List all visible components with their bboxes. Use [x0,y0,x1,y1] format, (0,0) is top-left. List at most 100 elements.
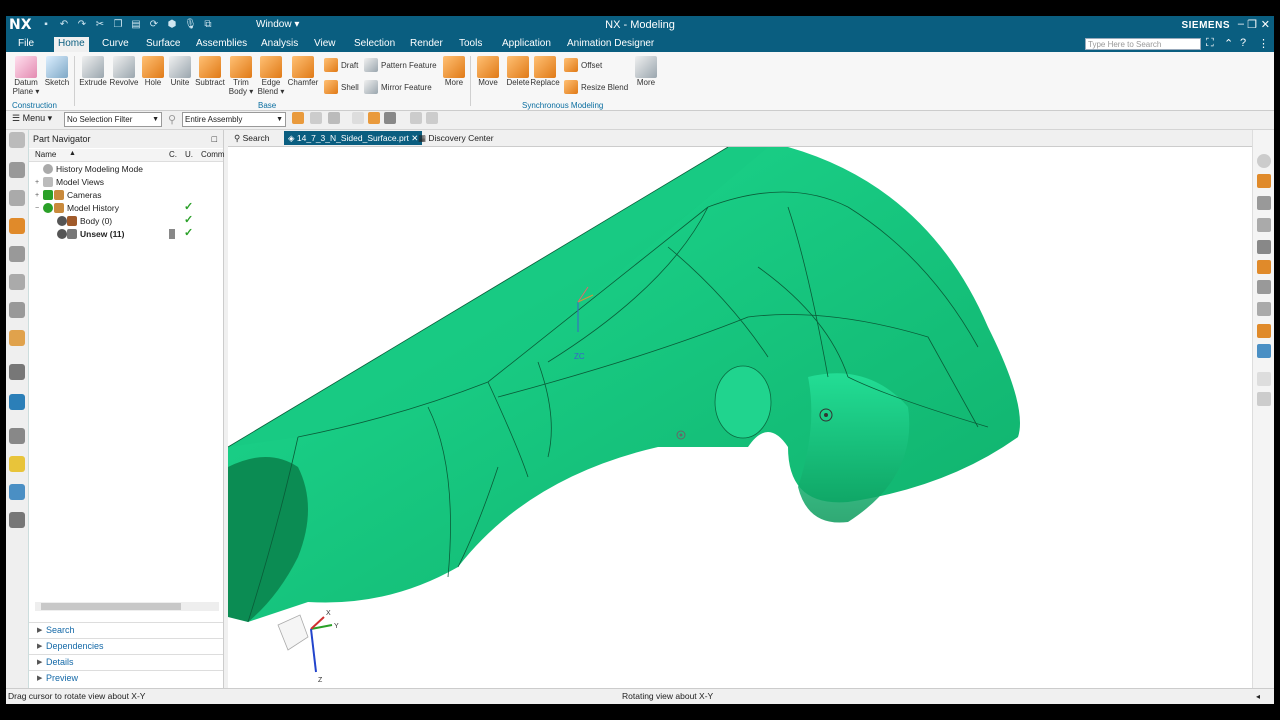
shaded-icon[interactable] [1257,260,1271,274]
fullscreen-icon[interactable]: ⛶ [1206,37,1214,50]
menu-tools[interactable]: Tools [455,37,486,52]
horizontal-scrollbar[interactable] [35,602,219,611]
minimize-icon[interactable]: – [1238,18,1244,30]
resize-blend-button[interactable]: Resize Blend [564,80,628,94]
edge-icon[interactable] [1257,196,1271,210]
eye-icon[interactable] [57,229,67,239]
menu-animation-designer[interactable]: Animation Designer [563,37,658,52]
subtract-button[interactable]: Subtract [194,56,226,87]
menu-file[interactable]: File [14,37,38,52]
panel-preview[interactable]: ▶ Preview [29,670,223,686]
mirror-feature-button[interactable]: Mirror Feature [364,80,432,94]
chamfer-button[interactable]: Chamfer [287,56,319,87]
help-icon[interactable]: ? [1240,37,1246,49]
unite-button[interactable]: Unite [167,56,193,87]
datum-plane-button[interactable]: Datum Plane ▾ [10,56,42,96]
role-icon[interactable] [9,394,25,410]
column-comment[interactable]: Comm [201,150,225,159]
collapse-icon[interactable]: − [35,202,39,215]
snap-icon[interactable] [384,112,396,124]
maximize-icon[interactable]: □ [212,130,217,148]
revolve-button[interactable]: Revolve [109,56,139,87]
show-hide-icon[interactable] [1257,324,1271,338]
draft-button[interactable]: Draft [324,58,358,72]
view-orient-icon[interactable] [1257,240,1271,254]
menu-surface[interactable]: Surface [142,37,184,52]
system-materials-icon[interactable] [9,484,25,500]
shell-button[interactable]: Shell [324,80,359,94]
tree-row[interactable]: + Cameras [29,189,223,202]
grid-icon[interactable] [1257,392,1271,406]
settings-icon[interactable] [9,132,25,148]
snap-icon[interactable] [310,112,322,124]
extrude-button[interactable]: Extrude [78,56,108,87]
menu-assemblies[interactable]: Assemblies [192,37,251,52]
column-name[interactable]: Name [35,150,56,159]
tree-row[interactable]: − Model History ✓ [29,201,223,215]
snap-icon[interactable] [292,112,304,124]
menu-curve[interactable]: Curve [98,37,133,52]
hole-button[interactable]: Hole [140,56,166,87]
assembly-navigator-icon[interactable] [9,162,25,178]
menu-application[interactable]: Application [498,37,555,52]
sort-up-icon[interactable]: ▲ [69,150,76,157]
menu-view[interactable]: View [310,37,340,52]
filter-icon[interactable]: ⚲ [168,113,176,126]
snap-icon[interactable] [352,112,364,124]
section-icon[interactable] [1257,280,1271,294]
tree-row[interactable]: History Modeling Mode [29,163,223,176]
pattern-feature-button[interactable]: Pattern Feature [364,58,437,72]
web-browser-icon[interactable] [9,302,25,318]
constraint-navigator-icon[interactable] [9,190,25,206]
collapse-ribbon-icon[interactable]: ⌃ [1224,37,1233,50]
command-search-input[interactable]: Type Here to Search [1085,38,1201,50]
ribbon-options-icon[interactable]: ⋮ [1258,37,1269,50]
back-icon[interactable] [1257,154,1271,168]
bcm-icon[interactable] [9,512,25,528]
replace-face-button[interactable]: Replace [530,56,560,87]
plane-icon[interactable] [1257,218,1271,232]
graphics-window[interactable]: ZC Y X Z [228,147,1252,688]
offset-region-button[interactable]: Offset [564,58,602,72]
render-style-icon[interactable] [1257,174,1271,188]
tree-row[interactable]: + Model Views [29,176,223,189]
tab-part-file[interactable]: ◈ 14_7_3_N_Sided_Surface.prt ✕ [284,131,423,145]
layer-icon[interactable] [1257,302,1271,316]
hd3d-tools-icon[interactable] [9,274,25,290]
menu-button[interactable]: ☰ Menu ▾ [12,113,52,124]
tab-discovery-center[interactable]: ▦ Discovery Center [414,131,498,145]
history-icon[interactable] [9,330,25,346]
selection-filter-select[interactable]: No Selection Filter ▼ [64,112,162,127]
snap-icon[interactable] [328,112,340,124]
close-icon[interactable]: ✕ [1261,18,1270,31]
part-navigator-icon[interactable] [9,218,25,234]
panel-dependencies[interactable]: ▶ Dependencies [29,638,223,654]
sketch-button[interactable]: Sketch [42,56,72,87]
tree-row[interactable]: Unsew (11) ✓ [29,227,223,241]
material-icon[interactable] [1257,344,1271,358]
snap-view-icon[interactable] [1257,372,1271,386]
sync-more-button[interactable]: More [632,56,660,87]
reuse-library-icon[interactable] [9,246,25,262]
snap-icon[interactable] [410,112,422,124]
model-canvas[interactable]: ZC Y X Z [228,147,1252,688]
edge-blend-button[interactable]: Edge Blend ▾ [256,56,286,96]
snap-icon[interactable] [426,112,438,124]
snap-icon[interactable] [368,112,380,124]
eye-icon[interactable] [57,216,67,226]
menu-analysis[interactable]: Analysis [257,37,302,52]
expand-icon[interactable]: + [35,176,39,189]
expand-icon[interactable]: + [35,189,39,202]
assembly-scope-select[interactable]: Entire Assembly ▼ [182,112,286,127]
move-face-button[interactable]: Move [474,56,502,87]
restore-icon[interactable]: ❐ [1247,18,1257,31]
column-u[interactable]: U. [185,150,193,159]
menu-render[interactable]: Render [406,37,447,52]
column-c[interactable]: C. [169,150,177,159]
tab-search[interactable]: ⚲ Search [230,131,274,145]
process-studio-icon[interactable] [9,364,25,380]
trim-body-button[interactable]: Trim Body ▾ [227,56,255,96]
palette-icon[interactable] [9,456,25,472]
clock-icon[interactable] [9,428,25,444]
base-more-button[interactable]: More [440,56,468,87]
